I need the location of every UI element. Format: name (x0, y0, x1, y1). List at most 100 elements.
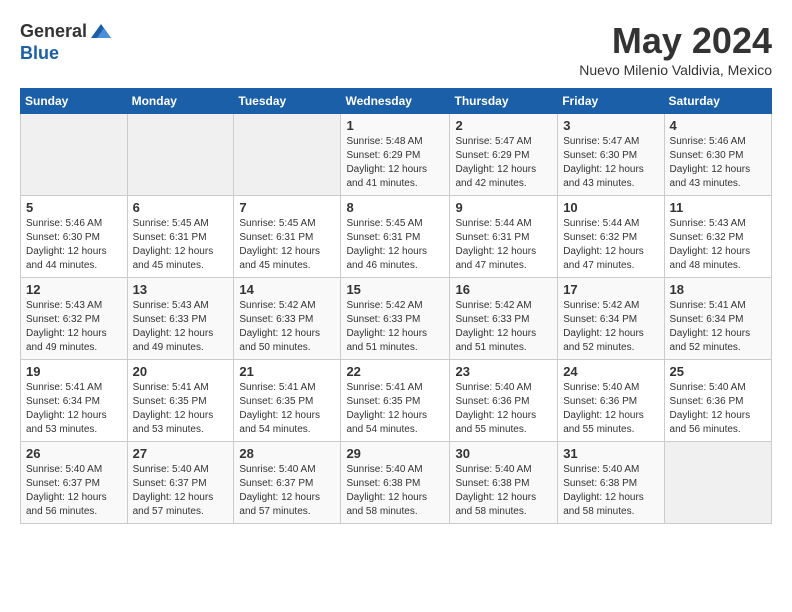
calendar-cell: 25 Sunrise: 5:40 AMSunset: 6:36 PMDayligh… (664, 360, 771, 442)
day-info: Sunrise: 5:46 AMSunset: 6:30 PMDaylight:… (26, 217, 122, 273)
day-number: 7 (239, 200, 335, 215)
day-info: Sunrise: 5:40 AMSunset: 6:36 PMDaylight:… (455, 381, 552, 437)
calendar-cell: 19Sunrise: 5:41 AMSunset: 6:34 PMDayligh… (21, 360, 128, 442)
week-row-3: 12 Sunrise: 5:43 AMSunset: 6:32 PMDayligh… (21, 278, 772, 360)
day-info: Sunrise: 5:46 AMSunset: 6:30 PMDaylight:… (670, 135, 766, 191)
calendar-cell: 10 Sunrise: 5:44 AMSunset: 6:32 PMDayligh… (558, 196, 664, 278)
header-tuesday: Tuesday (234, 89, 341, 114)
calendar-cell: 2 Sunrise: 5:47 AMSunset: 6:29 PMDaylight… (450, 114, 558, 196)
calendar-cell: 11 Sunrise: 5:43 AMSunset: 6:32 PMDayligh… (664, 196, 771, 278)
location-text: Nuevo Milenio Valdivia, Mexico (579, 62, 772, 78)
day-info: Sunrise: 5:40 AMSunset: 6:36 PMDaylight:… (670, 381, 766, 437)
calendar-cell: 4 Sunrise: 5:46 AMSunset: 6:30 PMDaylight… (664, 114, 771, 196)
day-info: Sunrise: 5:43 AMSunset: 6:32 PMDaylight:… (26, 299, 122, 355)
day-info: Sunrise: 5:44 AMSunset: 6:32 PMDaylight:… (563, 217, 658, 273)
calendar-cell: 21 Sunrise: 5:41 AMSunset: 6:35 PMDayligh… (234, 360, 341, 442)
calendar-cell: 9Sunrise: 5:44 AMSunset: 6:31 PMDaylight… (450, 196, 558, 278)
header-row: SundayMondayTuesdayWednesdayThursdayFrid… (21, 89, 772, 114)
day-info: Sunrise: 5:45 AMSunset: 6:31 PMDaylight:… (239, 217, 335, 273)
day-info: Sunrise: 5:41 AMSunset: 6:35 PMDaylight:… (346, 381, 444, 437)
header-monday: Monday (127, 89, 234, 114)
calendar-cell: 7 Sunrise: 5:45 AMSunset: 6:31 PMDaylight… (234, 196, 341, 278)
calendar-cell: 3 Sunrise: 5:47 AMSunset: 6:30 PMDaylight… (558, 114, 664, 196)
day-info: Sunrise: 5:47 AMSunset: 6:30 PMDaylight:… (563, 135, 658, 191)
day-info: Sunrise: 5:42 AMSunset: 6:33 PMDaylight:… (239, 299, 335, 355)
day-info: Sunrise: 5:42 AMSunset: 6:33 PMDaylight:… (455, 299, 552, 355)
day-info: Sunrise: 5:40 AMSunset: 6:38 PMDaylight:… (455, 463, 552, 519)
calendar-cell (664, 442, 771, 524)
day-info: Sunrise: 5:40 AMSunset: 6:38 PMDaylight:… (563, 463, 658, 519)
calendar-cell: 1 Sunrise: 5:48 AMSunset: 6:29 PMDaylight… (341, 114, 450, 196)
page-header: General Blue May 2024 Nuevo Milenio Vald… (20, 20, 772, 78)
logo-general-text: General (20, 22, 87, 42)
day-number: 3 (563, 118, 658, 133)
calendar-cell: 24Sunrise: 5:40 AMSunset: 6:36 PMDayligh… (558, 360, 664, 442)
calendar-cell: 16 Sunrise: 5:42 AMSunset: 6:33 PMDayligh… (450, 278, 558, 360)
calendar-table: SundayMondayTuesdayWednesdayThursdayFrid… (20, 88, 772, 524)
day-info: Sunrise: 5:41 AMSunset: 6:35 PMDaylight:… (239, 381, 335, 437)
header-thursday: Thursday (450, 89, 558, 114)
day-info: Sunrise: 5:48 AMSunset: 6:29 PMDaylight:… (346, 135, 444, 191)
logo-blue-text: Blue (20, 44, 113, 64)
header-wednesday: Wednesday (341, 89, 450, 114)
calendar-cell (234, 114, 341, 196)
day-number: 25 (670, 364, 766, 379)
day-number: 22 (346, 364, 444, 379)
day-info: Sunrise: 5:43 AMSunset: 6:33 PMDaylight:… (133, 299, 229, 355)
day-number: 20 (133, 364, 229, 379)
day-info: Sunrise: 5:42 AMSunset: 6:33 PMDaylight:… (346, 299, 444, 355)
day-number: 12 (26, 282, 122, 297)
day-info: Sunrise: 5:45 AMSunset: 6:31 PMDaylight:… (346, 217, 444, 273)
day-info: Sunrise: 5:47 AMSunset: 6:29 PMDaylight:… (455, 135, 552, 191)
day-number: 5 (26, 200, 122, 215)
header-saturday: Saturday (664, 89, 771, 114)
logo: General Blue (20, 20, 113, 64)
day-number: 4 (670, 118, 766, 133)
day-info: Sunrise: 5:40 AMSunset: 6:37 PMDaylight:… (133, 463, 229, 519)
day-number: 27 (133, 446, 229, 461)
day-info: Sunrise: 5:41 AMSunset: 6:35 PMDaylight:… (133, 381, 229, 437)
calendar-cell: 17Sunrise: 5:42 AMSunset: 6:34 PMDayligh… (558, 278, 664, 360)
calendar-cell: 31 Sunrise: 5:40 AMSunset: 6:38 PMDayligh… (558, 442, 664, 524)
calendar-cell: 15Sunrise: 5:42 AMSunset: 6:33 PMDayligh… (341, 278, 450, 360)
day-info: Sunrise: 5:40 AMSunset: 6:36 PMDaylight:… (563, 381, 658, 437)
day-info: Sunrise: 5:40 AMSunset: 6:38 PMDaylight:… (346, 463, 444, 519)
calendar-cell: 28 Sunrise: 5:40 AMSunset: 6:37 PMDayligh… (234, 442, 341, 524)
day-number: 17 (563, 282, 658, 297)
day-info: Sunrise: 5:45 AMSunset: 6:31 PMDaylight:… (133, 217, 229, 273)
calendar-cell: 14Sunrise: 5:42 AMSunset: 6:33 PMDayligh… (234, 278, 341, 360)
day-number: 28 (239, 446, 335, 461)
day-number: 8 (346, 200, 444, 215)
calendar-cell: 5 Sunrise: 5:46 AMSunset: 6:30 PMDaylight… (21, 196, 128, 278)
calendar-cell: 29 Sunrise: 5:40 AMSunset: 6:38 PMDayligh… (341, 442, 450, 524)
header-sunday: Sunday (21, 89, 128, 114)
day-info: Sunrise: 5:43 AMSunset: 6:32 PMDaylight:… (670, 217, 766, 273)
calendar-cell: 13 Sunrise: 5:43 AMSunset: 6:33 PMDayligh… (127, 278, 234, 360)
day-number: 30 (455, 446, 552, 461)
header-friday: Friday (558, 89, 664, 114)
logo-icon (89, 20, 113, 44)
calendar-cell: 12 Sunrise: 5:43 AMSunset: 6:32 PMDayligh… (21, 278, 128, 360)
calendar-cell: 23Sunrise: 5:40 AMSunset: 6:36 PMDayligh… (450, 360, 558, 442)
day-number: 1 (346, 118, 444, 133)
day-info: Sunrise: 5:40 AMSunset: 6:37 PMDaylight:… (239, 463, 335, 519)
calendar-cell: 6 Sunrise: 5:45 AMSunset: 6:31 PMDaylight… (127, 196, 234, 278)
calendar-cell: 8 Sunrise: 5:45 AMSunset: 6:31 PMDaylight… (341, 196, 450, 278)
day-number: 16 (455, 282, 552, 297)
day-number: 31 (563, 446, 658, 461)
week-row-4: 19Sunrise: 5:41 AMSunset: 6:34 PMDayligh… (21, 360, 772, 442)
day-number: 21 (239, 364, 335, 379)
day-number: 29 (346, 446, 444, 461)
day-number: 2 (455, 118, 552, 133)
day-number: 13 (133, 282, 229, 297)
day-number: 11 (670, 200, 766, 215)
month-title: May 2024 (579, 20, 772, 62)
calendar-cell: 20 Sunrise: 5:41 AMSunset: 6:35 PMDayligh… (127, 360, 234, 442)
day-info: Sunrise: 5:41 AMSunset: 6:34 PMDaylight:… (670, 299, 766, 355)
day-number: 18 (670, 282, 766, 297)
day-number: 10 (563, 200, 658, 215)
day-number: 6 (133, 200, 229, 215)
calendar-cell (127, 114, 234, 196)
day-number: 19 (26, 364, 122, 379)
day-info: Sunrise: 5:44 AMSunset: 6:31 PMDaylight:… (455, 217, 552, 273)
